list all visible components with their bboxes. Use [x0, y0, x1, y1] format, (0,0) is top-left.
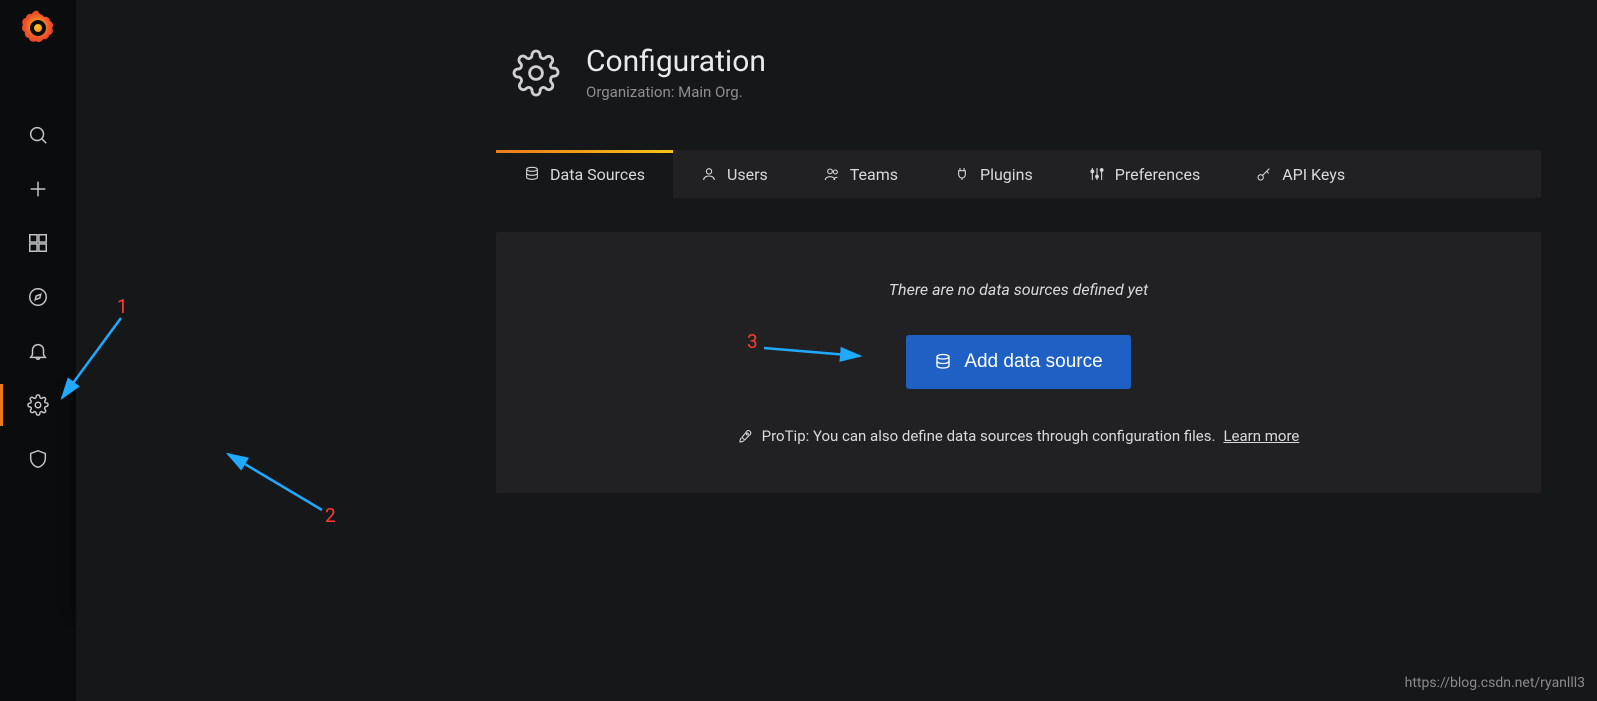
tab-label: Teams: [850, 165, 898, 184]
tab-data-sources[interactable]: Data Sources: [496, 150, 673, 198]
protip: ProTip: You can also define data sources…: [496, 427, 1541, 445]
protip-text: ProTip: You can also define data sources…: [762, 427, 1216, 445]
empty-message: There are no data sources defined yet: [496, 280, 1541, 299]
tab-preferences[interactable]: Preferences: [1061, 150, 1228, 198]
sidebar-create[interactable]: [0, 162, 76, 216]
add-data-source-button[interactable]: Add data source: [906, 335, 1130, 389]
tab-label: API Keys: [1282, 165, 1345, 184]
page-title: Configuration: [586, 44, 766, 79]
tab-label: Users: [727, 165, 768, 184]
protip-link[interactable]: Learn more: [1223, 427, 1299, 445]
sidebar-admin[interactable]: [0, 432, 76, 486]
tab-api-keys[interactable]: API Keys: [1228, 150, 1373, 198]
add-button-label: Add data source: [964, 351, 1102, 373]
tab-teams[interactable]: Teams: [796, 150, 926, 198]
sidebar-explore[interactable]: [0, 270, 76, 324]
tab-label: Plugins: [980, 165, 1033, 184]
main: Configuration Organization: Main Org. Da…: [76, 0, 1597, 701]
rocket-icon: [738, 428, 754, 444]
gear-icon: [512, 49, 560, 97]
watermark: https://blog.csdn.net/ryanlll3: [1405, 675, 1585, 691]
sidebar-dashboards[interactable]: [0, 216, 76, 270]
page-title-block: Configuration Organization: Main Org.: [586, 44, 766, 101]
database-icon: [934, 353, 952, 371]
tab-label: Preferences: [1115, 165, 1200, 184]
page-header: Configuration Organization: Main Org.: [512, 44, 766, 101]
grafana-logo[interactable]: [18, 8, 58, 48]
page-subtitle: Organization: Main Org.: [586, 83, 766, 101]
tabs: Data Sources Users Teams Plugins Prefere…: [496, 150, 1541, 198]
tab-users[interactable]: Users: [673, 150, 796, 198]
sidebar-search[interactable]: [0, 108, 76, 162]
content-panel: There are no data sources defined yet Ad…: [496, 232, 1541, 493]
tab-plugins[interactable]: Plugins: [926, 150, 1061, 198]
sidebar: [0, 0, 76, 701]
sidebar-configuration[interactable]: [0, 378, 76, 432]
tab-label: Data Sources: [550, 165, 645, 184]
sidebar-alerting[interactable]: [0, 324, 76, 378]
